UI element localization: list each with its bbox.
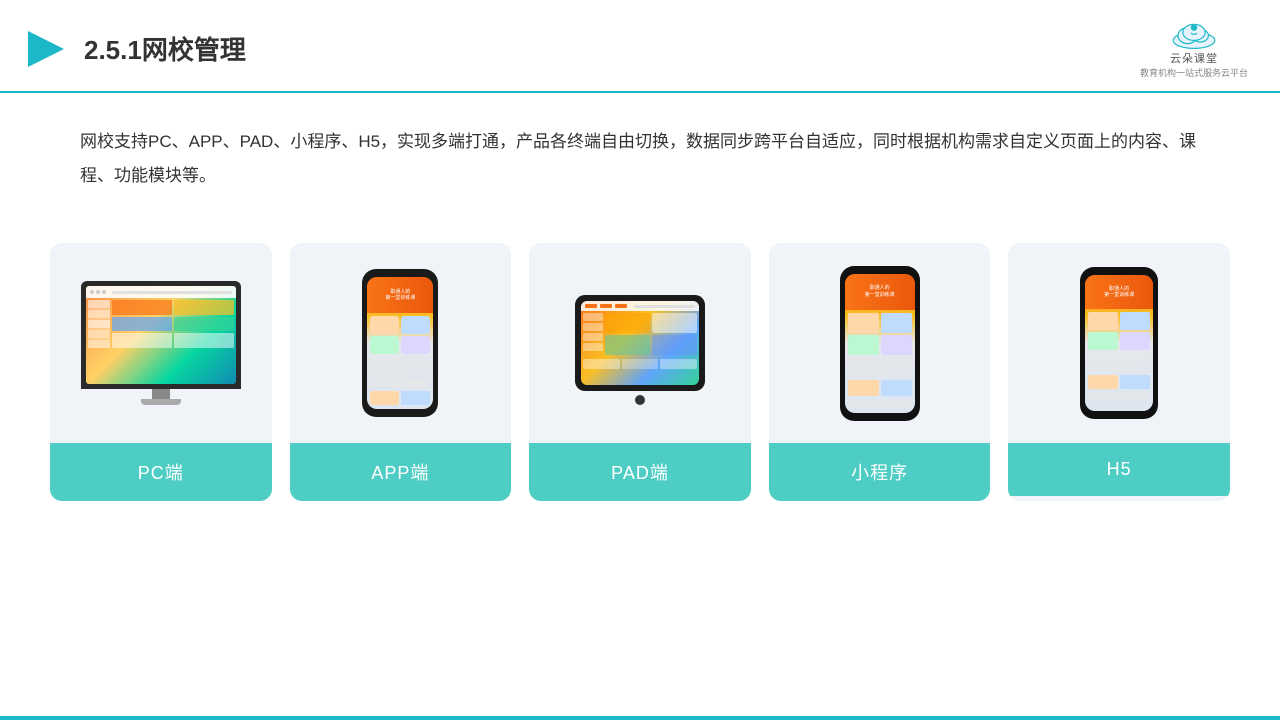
miniapp-screen: 职通人的第一堂训练课 (845, 274, 915, 413)
miniapp-image-area: 职通人的第一堂训练课 (769, 243, 991, 443)
pc-base (152, 389, 170, 399)
app-image-area: 职通人的第一堂训练课 (290, 243, 512, 443)
phone-screen: 职通人的第一堂训练课 (367, 277, 433, 409)
miniapp-card: 职通人的第一堂训练课 (769, 243, 991, 501)
page-title: 2.5.1网校管理 (84, 30, 246, 67)
pc-stand (141, 399, 181, 405)
h5-screen: 职通人的第一堂训练课 (1085, 275, 1153, 411)
pc-image-area (50, 243, 272, 443)
header-left: 2.5.1网校管理 (24, 27, 246, 71)
app-mockup: 职通人的第一堂训练课 (362, 269, 438, 417)
pc-screen-inner (86, 286, 236, 384)
miniapp-notch (867, 266, 893, 271)
h5-outer: 职通人的第一堂训练课 (1080, 267, 1158, 419)
header-right: 云朵课堂 教育机构一站式服务云平台 (1140, 18, 1248, 79)
miniapp-outer: 职通人的第一堂训练课 (840, 266, 920, 421)
pc-mockup (81, 281, 241, 405)
h5-mockup: 职通人的第一堂训练课 (1080, 267, 1158, 419)
bottom-line (0, 716, 1280, 720)
tablet-screen (581, 301, 699, 385)
app-card: 职通人的第一堂训练课 (290, 243, 512, 501)
miniapp-label: 小程序 (769, 443, 991, 501)
pad-mockup (575, 295, 705, 391)
pad-label: PAD端 (529, 443, 751, 501)
miniapp-mockup: 职通人的第一堂训练课 (840, 266, 920, 421)
logo-arrow-icon (24, 27, 68, 71)
device-cards-section: PC端 职通人的第一堂训练课 (0, 213, 1280, 501)
h5-notch (1106, 267, 1132, 272)
app-label: APP端 (290, 443, 512, 501)
tablet-home-btn (635, 395, 645, 405)
pad-card: PAD端 (529, 243, 751, 501)
pad-image-area (529, 243, 751, 443)
pc-label: PC端 (50, 443, 272, 501)
description-text: 网校支持PC、APP、PAD、小程序、H5，实现多端打通，产品各终端自由切换，数… (0, 93, 1280, 203)
tablet-outer (575, 295, 705, 391)
h5-image-area: 职通人的第一堂训练课 (1008, 243, 1230, 443)
h5-card: 职通人的第一堂训练课 (1008, 243, 1230, 501)
brand-logo: 云朵课堂 教育机构一站式服务云平台 (1140, 18, 1248, 79)
brand-slogan: 教育机构一站式服务云平台 (1140, 66, 1248, 79)
brand-icon (1170, 18, 1218, 50)
phone-outer: 职通人的第一堂训练课 (362, 269, 438, 417)
miniapp-screen-text: 职通人的第一堂训练课 (865, 285, 895, 298)
brand-name: 云朵课堂 (1170, 50, 1218, 66)
phone-notch (388, 269, 412, 274)
pc-card: PC端 (50, 243, 272, 501)
h5-screen-text: 职通人的第一堂训练课 (1104, 286, 1134, 299)
h5-label: H5 (1008, 443, 1230, 496)
phone-screen-text: 职通人的第一堂训练课 (385, 289, 415, 302)
header: 2.5.1网校管理 云朵课堂 教育机构一站式服务云平台 (0, 0, 1280, 93)
pc-screen-outer (81, 281, 241, 389)
